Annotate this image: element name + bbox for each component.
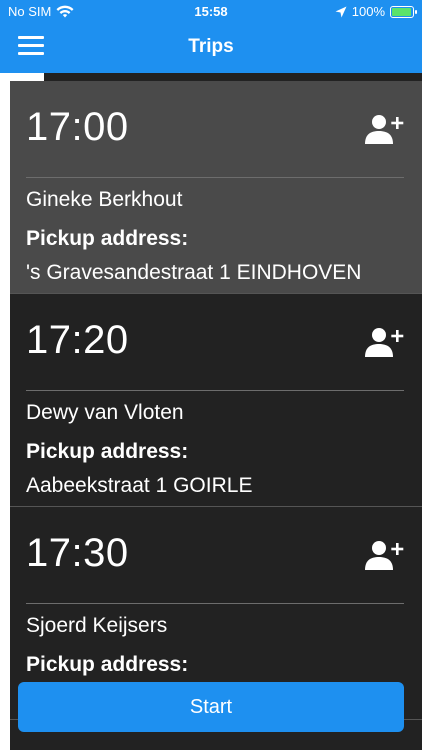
card-divider [26,390,404,391]
start-button[interactable]: Start [18,682,404,732]
nav-bar: Trips [0,24,422,73]
battery-percent: 100% [351,4,385,19]
trip-card[interactable]: 17:00 Gineke Berkhout Pickup address: 's… [10,81,422,294]
trip-time: 17:00 [26,105,129,149]
battery-level [392,7,411,16]
card-divider [26,603,404,604]
left-rail [0,73,10,750]
add-person-icon[interactable] [364,326,404,358]
pickup-address: Aabeekstraat 1 GOIRLE [26,474,253,497]
location-arrow-icon [335,6,347,17]
trip-time: 17:30 [26,531,129,575]
passenger-name: Dewy van Vloten [26,401,184,424]
passenger-name: Gineke Berkhout [26,188,183,211]
passenger-name: Sjoerd Keijsers [26,614,168,637]
page-title: Trips [188,36,234,57]
pickup-address-label: Pickup address: [26,653,189,676]
trip-card[interactable]: 17:20 Dewy van Vloten Pickup address: Aa… [10,294,422,507]
pickup-address: 's Gravesandestraat 1 EINDHOVEN [26,261,362,284]
header: No SIM 15:58 100% Trips [0,0,422,73]
status-right: 100% [335,4,417,19]
pickup-address-label: Pickup address: [26,227,189,250]
battery-icon [390,5,417,18]
rail-tick [8,73,44,81]
add-person-icon[interactable] [364,539,404,571]
trip-list[interactable]: 17:00 Gineke Berkhout Pickup address: 's… [0,73,422,750]
trip-time: 17:20 [26,318,129,362]
add-person-icon[interactable] [364,113,404,145]
status-bar: No SIM 15:58 100% [0,0,422,24]
card-divider [26,177,404,178]
pickup-address-label: Pickup address: [26,440,189,463]
